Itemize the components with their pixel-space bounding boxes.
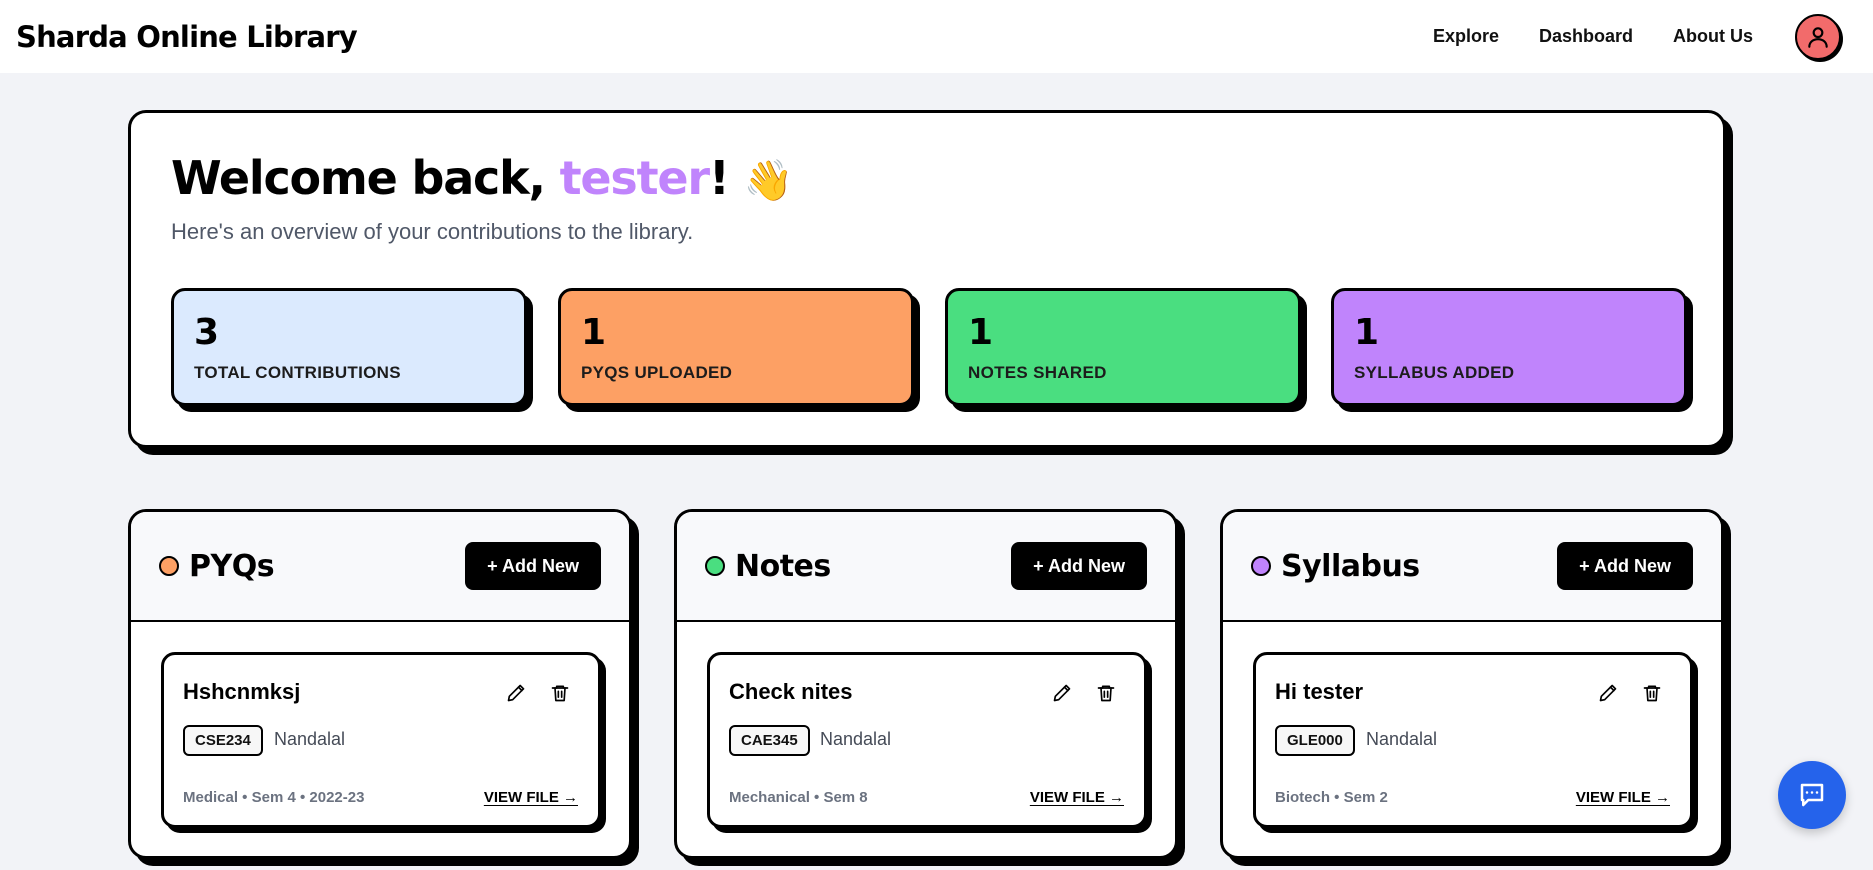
stat-label: TOTAL CONTRIBUTIONS	[194, 363, 401, 382]
stat-value: 1	[1354, 312, 1380, 353]
panel-pyqs: PYQs + Add New Hshcnmksj CSE234 Nandalal…	[128, 509, 632, 859]
stat-value: 3	[194, 312, 220, 353]
welcome-exclaim: !	[708, 151, 730, 205]
panel-header: Notes + Add New	[677, 512, 1175, 622]
edit-button[interactable]	[504, 681, 528, 705]
welcome-card: Welcome back, tester! 👋 Here's an overvi…	[128, 110, 1726, 448]
add-new-syllabus-button[interactable]: + Add New	[1557, 542, 1693, 590]
waving-hand-emoji: 👋	[743, 158, 794, 204]
site-brand[interactable]: Sharda Online Library	[16, 20, 358, 54]
trash-icon	[1097, 685, 1115, 702]
trash-icon	[551, 685, 569, 702]
course-code-badge: CAE345	[729, 725, 810, 756]
add-new-note-button[interactable]: + Add New	[1011, 542, 1147, 590]
nav-link-dashboard[interactable]: Dashboard	[1539, 26, 1633, 47]
delete-button[interactable]	[1640, 681, 1664, 705]
panel-title: Syllabus	[1281, 548, 1420, 584]
author-name: Nandalal	[820, 729, 892, 749]
author-name: Nandalal	[274, 729, 346, 749]
edit-button[interactable]	[1596, 681, 1620, 705]
category-dot	[705, 556, 725, 576]
top-navbar: Sharda Online Library Explore Dashboard …	[0, 0, 1873, 73]
panel-notes: Notes + Add New Check nites CAE345 Nanda…	[674, 509, 1178, 859]
edit-button[interactable]	[1050, 681, 1074, 705]
resource-card: Hi tester GLE000 Nandalal Biotech • Sem …	[1253, 652, 1693, 828]
course-code-badge: GLE000	[1275, 725, 1355, 756]
card-actions	[484, 681, 572, 705]
delete-button[interactable]	[1094, 681, 1118, 705]
user-icon	[1808, 26, 1828, 48]
user-avatar-button[interactable]	[1795, 13, 1841, 60]
author-name: Nandalal	[1366, 729, 1438, 749]
delete-button[interactable]	[548, 681, 572, 705]
panel-header: Syllabus + Add New	[1223, 512, 1721, 622]
panel-header: PYQs + Add New	[131, 512, 629, 622]
stat-label: PYQS UPLOADED	[581, 363, 733, 382]
panel-title: Notes	[735, 548, 831, 584]
card-actions	[1030, 681, 1118, 705]
pencil-icon	[507, 684, 525, 702]
card-title: Hi tester	[1275, 679, 1364, 704]
card-meta: Biotech • Sem 2	[1275, 789, 1388, 806]
card-meta: Mechanical • Sem 8	[729, 789, 868, 806]
chat-button[interactable]	[1778, 761, 1846, 829]
welcome-greeting: Welcome back,	[171, 151, 560, 205]
category-dot	[1251, 556, 1271, 576]
nav-link-about-us[interactable]: About Us	[1673, 26, 1753, 47]
view-file-link[interactable]: VIEW FILE →	[1576, 789, 1670, 806]
stat-value: 1	[581, 312, 607, 353]
welcome-heading: Welcome back, tester! 👋	[171, 151, 793, 205]
stat-syllabus-added: 1 SYLLABUS ADDED	[1331, 288, 1687, 406]
stat-pyqs-uploaded: 1 PYQS UPLOADED	[558, 288, 914, 406]
trash-icon	[1643, 685, 1661, 702]
view-file-link[interactable]: VIEW FILE →	[1030, 789, 1124, 806]
panel-syllabus: Syllabus + Add New Hi tester GLE000 Nand…	[1220, 509, 1724, 859]
nav-links: Explore Dashboard About Us	[1393, 13, 1857, 60]
resource-card: Hshcnmksj CSE234 Nandalal Medical • Sem …	[161, 652, 601, 828]
resource-card: Check nites CAE345 Nandalal Mechanical •…	[707, 652, 1147, 828]
panel-title: PYQs	[189, 548, 275, 584]
card-actions	[1576, 681, 1664, 705]
course-code-badge: CSE234	[183, 725, 263, 756]
pencil-icon	[1053, 684, 1071, 702]
stat-label: NOTES SHARED	[968, 363, 1107, 382]
welcome-username: tester	[559, 151, 710, 205]
card-title: Hshcnmksj	[183, 679, 301, 704]
stat-total-contributions: 3 TOTAL CONTRIBUTIONS	[171, 288, 527, 406]
welcome-subtitle: Here's an overview of your contributions…	[171, 219, 694, 244]
card-title: Check nites	[729, 679, 853, 704]
view-file-link[interactable]: VIEW FILE →	[484, 789, 578, 806]
stat-value: 1	[968, 312, 994, 353]
category-dot	[159, 556, 179, 576]
nav-link-explore[interactable]: Explore	[1433, 26, 1499, 47]
stat-label: SYLLABUS ADDED	[1354, 363, 1515, 382]
card-meta: Medical • Sem 4 • 2022-23	[183, 789, 365, 806]
chat-icon	[1800, 783, 1824, 807]
pencil-icon	[1599, 684, 1617, 702]
stat-notes-shared: 1 NOTES SHARED	[945, 288, 1301, 406]
add-new-pyq-button[interactable]: + Add New	[465, 542, 601, 590]
